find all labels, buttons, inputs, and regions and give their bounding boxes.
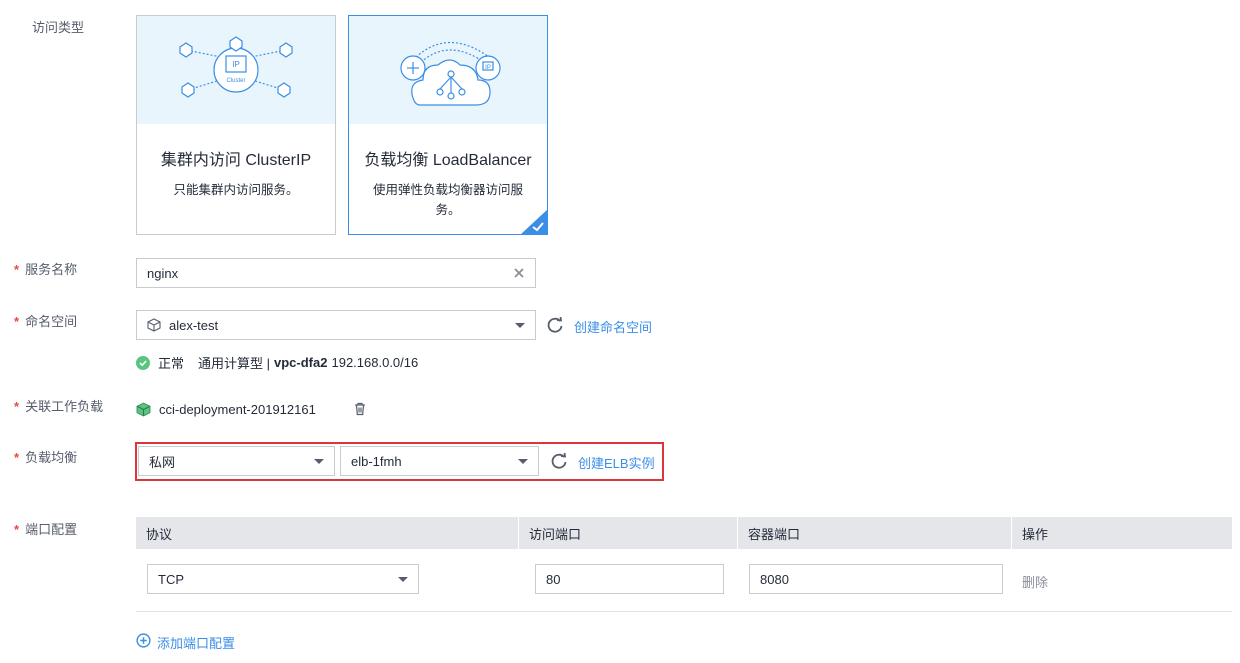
service-name-label: * 服务名称 [14,259,77,278]
card-loadbalancer-title: 负载均衡 LoadBalancer [364,152,532,169]
network-type-select[interactable]: 私网 [138,446,335,476]
namespace-select[interactable]: alex-test [136,310,536,340]
required-mark: * [14,522,20,537]
protocol-value: TCP [158,571,184,587]
required-mark: * [14,450,20,465]
add-port-link[interactable]: 添加端口配置 [157,633,235,652]
workload-label-text: 关联工作负载 [25,399,104,414]
close-icon[interactable] [513,267,525,279]
vpc-cidr: 192.168.0.0/16 [331,355,419,370]
access-port-value: 80 [546,571,561,587]
clusterip-illustration: IP Cluster [137,16,335,124]
status-ok-icon [136,355,150,370]
network-type-value: 私网 [149,454,176,470]
load-balancer-label: * 负载均衡 [14,447,77,466]
port-table-header: 协议 访问端口 容器端口 操作 [136,517,1232,549]
namespace-label-text: 命名空间 [25,314,78,329]
elb-select[interactable]: elb-1fmh [340,446,539,476]
card-loadbalancer-desc: 使用弹性负载均衡器访问服务。 [372,183,523,217]
delete-port-link[interactable]: 删除 [1022,572,1048,591]
card-loadbalancer[interactable]: IP 负载均衡 LoadBalancer 使用弹性负载均衡器访问服务。 [348,15,548,235]
container-port-input[interactable]: 8080 [749,564,1003,594]
service-name-label-text: 服务名称 [25,262,78,277]
create-elb-link[interactable]: 创建ELB实例 [578,453,655,472]
access-port-input[interactable]: 80 [535,564,724,594]
chevron-down-icon [518,458,528,464]
port-config-label: * 端口配置 [14,519,77,538]
required-mark: * [14,262,20,277]
header-action: 操作 [1022,526,1049,542]
header-access-port: 访问端口 [519,517,738,549]
selected-check-icon [520,209,548,235]
header-container-port: 容器端口 [738,517,1012,549]
namespace-label: * 命名空间 [14,311,77,330]
cluster-network-icon: IP Cluster [179,36,293,98]
trash-icon[interactable] [353,402,367,416]
required-mark: * [14,399,20,414]
required-mark: * [14,314,20,329]
protocol-select[interactable]: TCP [147,564,419,594]
namespace-cube-icon [147,318,161,332]
service-name-value: nginx [147,265,179,281]
table-row-divider [136,611,1232,612]
clusterip-cluster-text: Cluster [226,78,245,84]
create-namespace-link[interactable]: 创建命名空间 [574,317,652,336]
port-config-label-text: 端口配置 [25,522,78,537]
refresh-namespace-icon[interactable] [546,316,564,334]
refresh-elb-icon[interactable] [550,452,568,470]
namespace-value: alex-test [169,317,219,333]
card-clusterip-title: 集群内访问 ClusterIP [160,152,312,169]
cloud-loadbalancer-icon: IP [400,41,501,106]
add-circle-icon[interactable] [136,633,151,648]
chevron-down-icon [515,322,525,328]
workload-name: cci-deployment-201912161 [159,402,316,417]
loadbalancer-ip-text: IP [485,65,491,71]
namespace-type-text: 通用计算型 | [198,356,271,371]
workload-label: * 关联工作负载 [14,396,103,415]
container-port-value: 8080 [760,571,789,587]
namespace-status: 正常 通用计算型 | vpc-dfa2 192.168.0.0/16 [136,353,418,372]
card-clusterip-desc: 只能集群内访问服务。 [173,183,299,197]
header-protocol: 协议 [136,517,519,549]
service-name-input[interactable]: nginx [136,258,536,288]
vpc-name: vpc-dfa2 [274,355,328,370]
elb-value: elb-1fmh [351,453,402,469]
clusterip-ip-text: IP [232,60,240,69]
chevron-down-icon [398,576,408,582]
loadbalancer-illustration: IP [349,16,547,124]
workload-cube-icon [136,402,151,417]
status-text: 正常 [158,356,185,371]
chevron-down-icon [314,458,324,464]
load-balancer-label-text: 负载均衡 [25,450,78,465]
access-type-label: 访问类型 [32,20,85,35]
card-clusterip[interactable]: IP Cluster 集群内访问 ClusterIP 只能集群内访问服务。 [136,15,336,235]
